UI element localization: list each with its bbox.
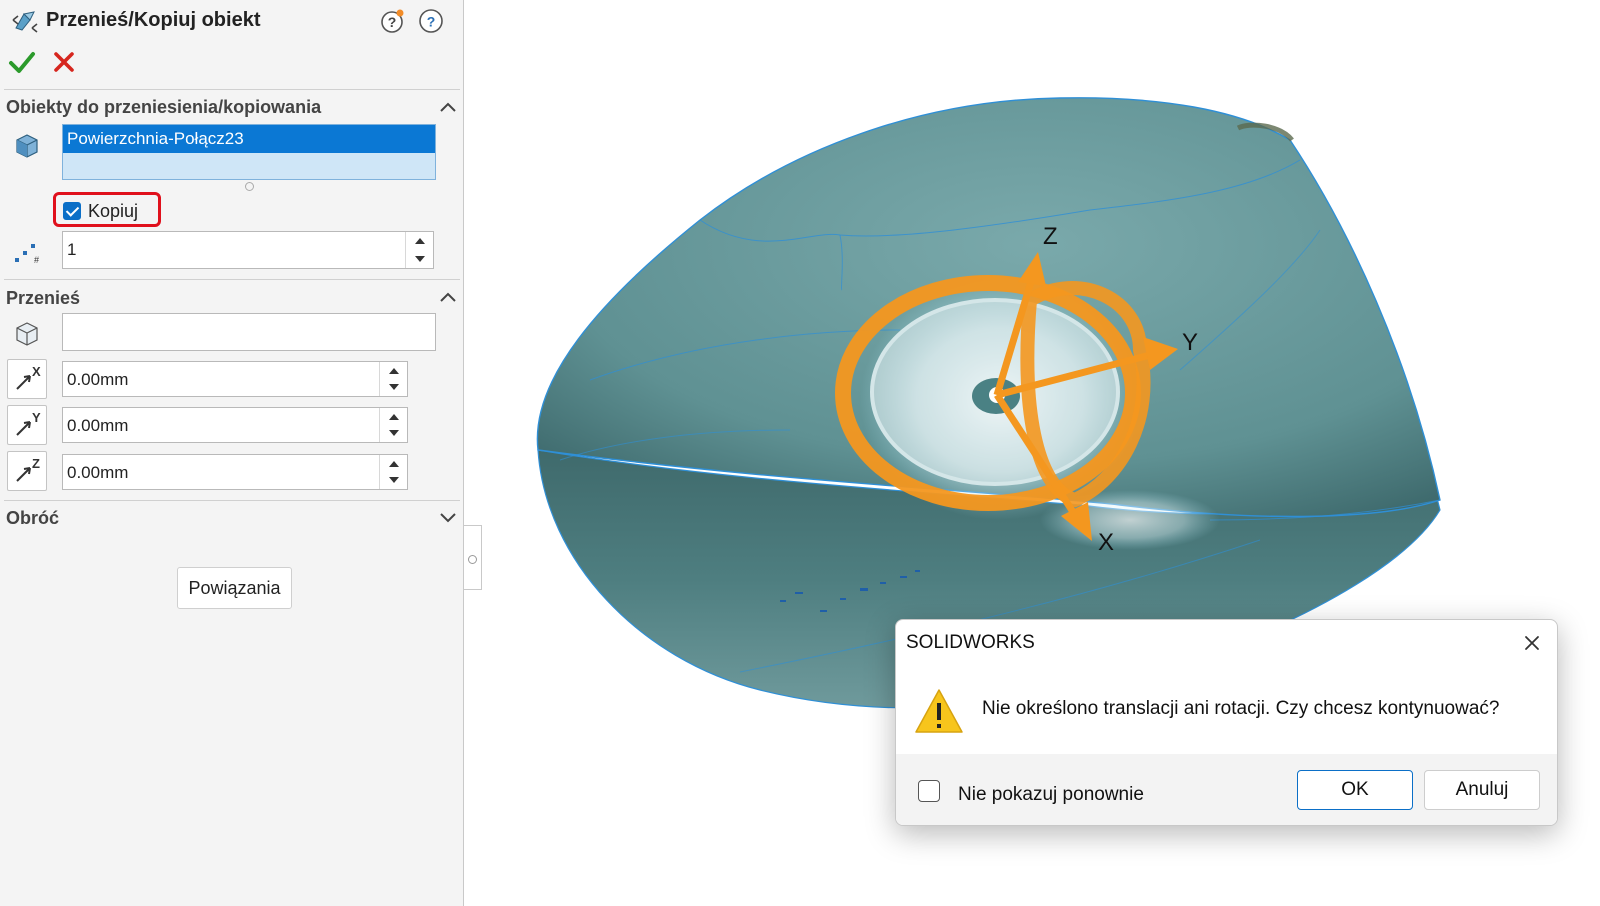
delta-x-value[interactable]: 0.00mm [67, 362, 128, 398]
group-title-objects: Obiekty do przeniesienia/kopiowania [6, 97, 322, 117]
cancel-x-button[interactable] [52, 50, 76, 74]
help-icon[interactable]: ? [418, 8, 444, 34]
delta-y-icon: Y [7, 405, 47, 445]
solid-body-select-icon [16, 134, 38, 158]
copy-label: Kopiuj [88, 201, 139, 221]
panel-title: Przenieś/Kopiuj obiekt [46, 9, 261, 31]
warning-icon [915, 689, 963, 733]
dont-show-again-checkbox[interactable] [918, 780, 940, 802]
ok-checkmark-button[interactable] [8, 48, 36, 76]
ok-button[interactable]: OK [1297, 770, 1413, 810]
group-title-rotate: Obróć [6, 508, 60, 528]
axis-z-letter: Z [32, 456, 40, 471]
spin-up-button[interactable] [406, 232, 433, 250]
svg-text:#: # [34, 255, 39, 265]
svg-text:?: ? [388, 14, 397, 30]
constraints-button[interactable]: Powiązania [177, 567, 292, 609]
svg-text:?: ? [427, 14, 436, 30]
divider [4, 500, 460, 501]
chevron-up-icon[interactable] [438, 290, 458, 304]
panel-resize-handle[interactable] [464, 525, 482, 590]
axis-z-label: Z [1043, 223, 1058, 250]
instance-count-icon: # [15, 244, 39, 265]
spin-up-button[interactable] [380, 455, 407, 472]
delta-z-icon: Z [7, 451, 47, 491]
spin-down-button[interactable] [380, 379, 407, 396]
instance-count-stepper[interactable]: 1 [62, 231, 434, 269]
cancel-button[interactable]: Anuluj [1424, 770, 1540, 810]
delta-z-stepper[interactable]: 0.00mm [62, 454, 408, 490]
delta-y-value[interactable]: 0.00mm [67, 408, 128, 444]
spin-down-button[interactable] [380, 425, 407, 442]
copy-checkbox[interactable] [63, 202, 81, 220]
divider [4, 89, 460, 90]
reference-selection-box[interactable] [62, 313, 436, 351]
objects-selection-list[interactable]: Powierzchnia-Połącz23 [62, 124, 436, 180]
group-title-move: Przenieś [6, 288, 81, 308]
delta-y-stepper[interactable]: 0.00mm [62, 407, 408, 443]
dialog-footer: Nie pokazuj ponownie OK Anuluj [896, 754, 1557, 825]
whats-wrong-help-icon[interactable]: ? [380, 8, 406, 34]
axis-y-letter: Y [32, 410, 41, 425]
spin-up-button[interactable] [380, 408, 407, 425]
spin-up-button[interactable] [380, 362, 407, 379]
chevron-up-icon[interactable] [438, 100, 458, 114]
divider [4, 279, 460, 280]
axis-y-label: Y [1182, 329, 1198, 356]
chevron-down-icon[interactable] [438, 510, 458, 524]
dialog-body: Nie określono translacji ani rotacji. Cz… [896, 668, 1557, 754]
axis-x-letter: X [32, 364, 41, 379]
delta-x-stepper[interactable]: 0.00mm [62, 361, 408, 397]
list-resize-handle[interactable] [245, 182, 254, 191]
property-manager-panel: Przenieś/Kopiuj obiekt ? ? Obiekty do pr… [0, 0, 464, 906]
instance-count-value[interactable]: 1 [67, 232, 76, 268]
dont-show-again-label: Nie pokazuj ponownie [958, 784, 1144, 805]
move-copy-body-icon [12, 11, 38, 33]
spin-down-button[interactable] [406, 250, 433, 268]
axis-x-label: X [1098, 529, 1114, 556]
spin-down-button[interactable] [380, 472, 407, 489]
reference-body-icon [16, 322, 38, 346]
selected-body-item[interactable]: Powierzchnia-Połącz23 [63, 125, 435, 153]
close-icon[interactable] [1521, 632, 1543, 654]
dialog-message: Nie określono translacji ani rotacji. Cz… [982, 698, 1500, 719]
delta-z-value[interactable]: 0.00mm [67, 455, 128, 491]
dialog-title: SOLIDWORKS [906, 632, 1035, 653]
delta-x-icon: X [7, 359, 47, 399]
confirmation-dialog: SOLIDWORKS Nie określono translacji ani … [895, 619, 1558, 826]
